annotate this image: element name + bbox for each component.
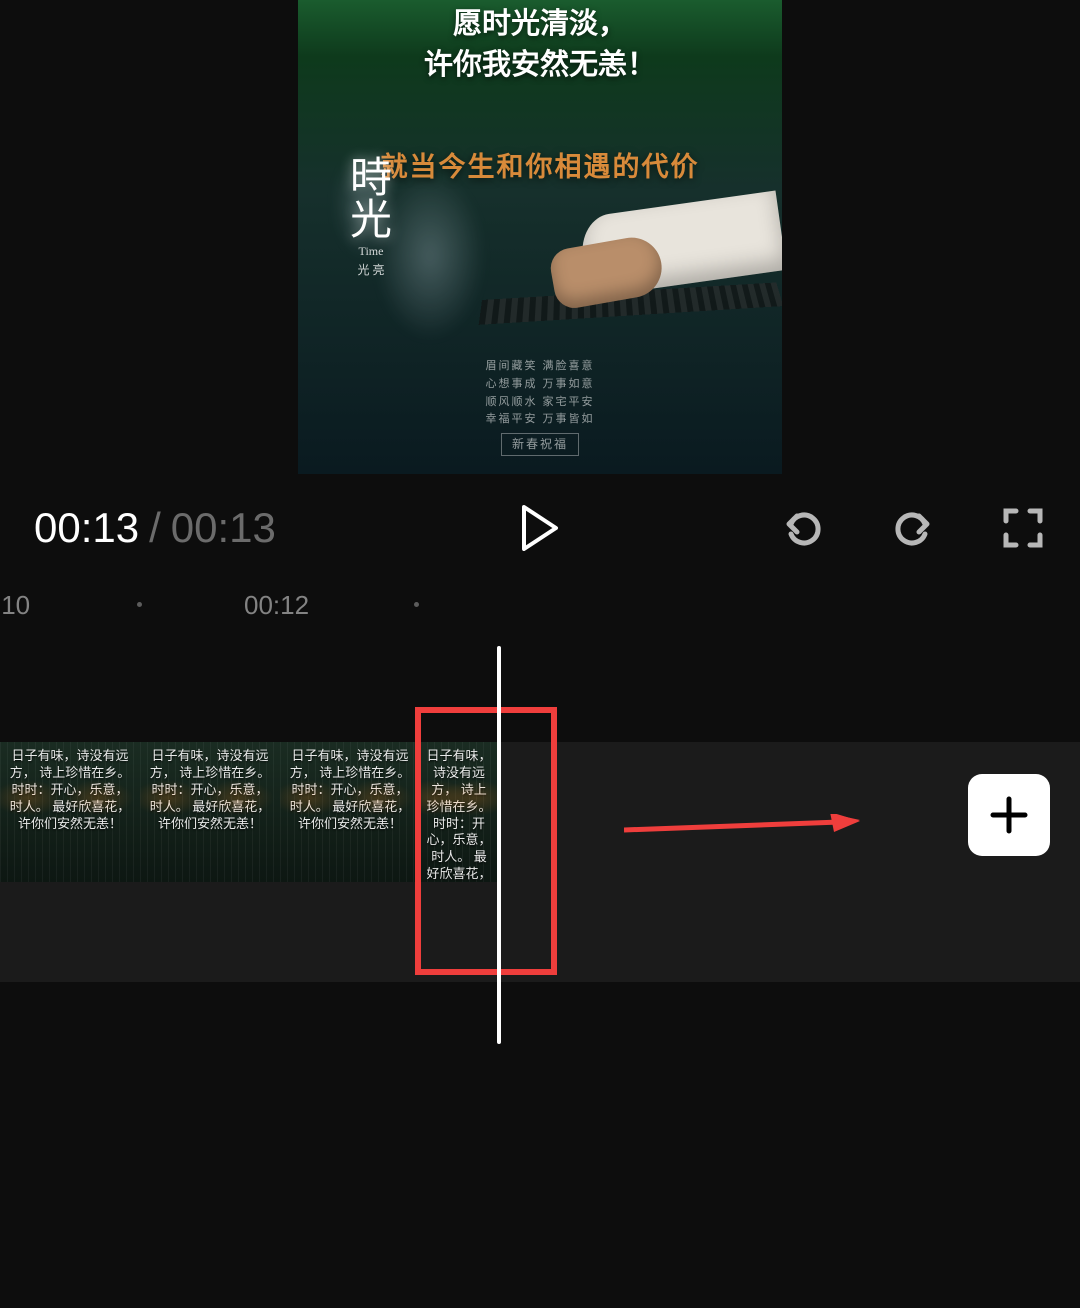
clip-thumbnail[interactable]: 日子有味，诗没有远方， 诗上珍惜在乡。 时时：开心，乐意，时人。 最好欣喜花， … (140, 742, 280, 882)
timeline-area[interactable]: :10 00:12 日子有味，诗没有远方， 诗上珍惜在乡。 时时：开心，乐意，时… (0, 582, 1080, 982)
video-preview-area: 愿时光清淡， 许你我安然无恙！ 就当今生和你相遇的代价 時 光 Time 光 亮… (0, 0, 1080, 474)
undo-button[interactable] (780, 505, 826, 551)
clip-thumbnail[interactable]: 日子有味，诗没有远方， 诗上珍惜在乡。 时时：开心，乐意，时人。 最好欣喜花， … (420, 742, 498, 882)
ruler-tick (137, 602, 142, 607)
undo-icon (781, 506, 825, 550)
clip-thumbnail[interactable]: 日子有味，诗没有远方， 诗上珍惜在乡。 时时：开心，乐意，时人。 最好欣喜花， … (0, 742, 140, 882)
play-icon (520, 505, 560, 551)
video-frame[interactable]: 愿时光清淡， 许你我安然无恙！ 就当今生和你相遇的代价 時 光 Time 光 亮… (298, 0, 782, 474)
time-display: 00:13 / 00:13 (34, 504, 276, 552)
ruler-tick (414, 602, 419, 607)
timeline-ruler[interactable]: :10 00:12 (0, 582, 1080, 628)
redo-button[interactable] (890, 505, 936, 551)
video-track[interactable]: 日子有味，诗没有远方， 诗上珍惜在乡。 时时：开心，乐意，时人。 最好欣喜花， … (0, 742, 1080, 982)
preview-credits: 眉间藏笑 满脸喜意 心想事成 万事如意 顺风顺水 家宅平安 幸福平安 万事皆如 … (298, 358, 782, 456)
ruler-mark-12: 00:12 (244, 590, 309, 621)
player-controls: 00:13 / 00:13 (0, 474, 1080, 582)
preview-title-vertical: 時 光 Time 光 亮 (350, 158, 392, 278)
redo-icon (891, 506, 935, 550)
plus-icon (987, 793, 1031, 837)
overlay-line-2: 许你我安然无恙！ (298, 45, 782, 86)
total-time: 00:13 (171, 504, 276, 552)
playhead[interactable] (497, 646, 501, 1044)
add-clip-button[interactable] (968, 774, 1050, 856)
clip-thumbnail[interactable]: 日子有味，诗没有远方， 诗上珍惜在乡。 时时：开心，乐意，时人。 最好欣喜花， … (280, 742, 420, 882)
ruler-mark-10: :10 (0, 590, 30, 621)
current-time: 00:13 (34, 504, 139, 552)
preview-piano-hand (442, 194, 782, 334)
fullscreen-button[interactable] (1000, 505, 1046, 551)
time-separator: / (149, 504, 161, 552)
play-button[interactable] (517, 505, 563, 551)
overlay-line-1: 愿时光清淡， (298, 4, 782, 45)
fullscreen-icon (1002, 507, 1044, 549)
preview-overlay-text: 愿时光清淡， 许你我安然无恙！ (298, 4, 782, 85)
